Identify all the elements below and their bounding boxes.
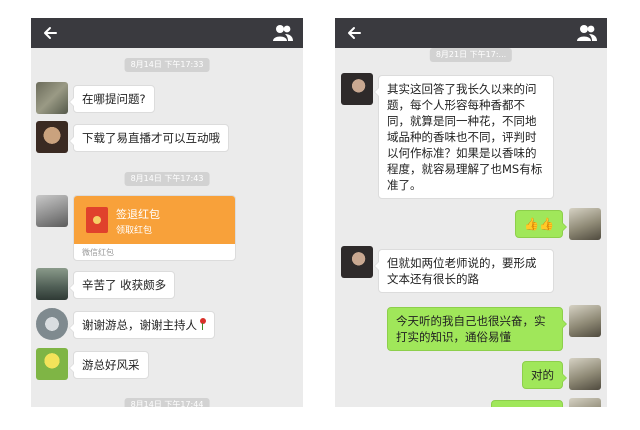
timestamp: 8月14日 下午17:43 (124, 172, 210, 186)
back-arrow-icon[interactable] (41, 22, 61, 44)
red-packet-header: 签退红包 领取红包 (74, 196, 235, 244)
message-bubble[interactable]: 👍👍 (515, 210, 567, 238)
avatar[interactable] (569, 398, 601, 407)
message-bubble[interactable]: 其实这回答了我长久以来的问题，每个人形容每种香都不同，就算是同一种花，不同地域品… (374, 75, 554, 199)
avatar[interactable] (36, 348, 68, 380)
avatar[interactable] (569, 358, 601, 390)
timestamp: 8月21日 下午17:... (429, 48, 513, 62)
avatar[interactable] (569, 305, 601, 337)
message-text: 谢谢游总，谢谢主持人 (82, 318, 197, 332)
left-chat-screen: 8月14日 下午17:33 在哪提问题? 下载了易直播才可以互动哦 8月14日 … (31, 18, 303, 407)
red-packet-title: 签退红包 (116, 208, 160, 221)
message-bubble[interactable]: 辛苦了 收获颇多 (68, 271, 176, 299)
message-bubble[interactable]: 在哪提问题? (69, 85, 155, 113)
back-arrow-icon[interactable] (345, 22, 365, 44)
avatar[interactable] (36, 268, 68, 300)
red-packet-message[interactable]: 签退红包 领取红包 微信红包 (73, 195, 236, 261)
message-bubble[interactable]: 但就如两位老师说的，要形成文本还有很长的路 (374, 249, 554, 293)
avatar[interactable] (36, 82, 68, 114)
contact-info-icon[interactable] (272, 23, 294, 43)
message-bubble[interactable] (491, 400, 563, 407)
timestamp: 8月14日 下午17:33 (124, 58, 210, 72)
message-bubble[interactable]: 今天听的我自己也很兴奋，实打实的知识，通俗易懂 (387, 307, 567, 351)
red-packet-subtitle: 领取红包 (116, 226, 153, 236)
top-bar (335, 18, 607, 48)
avatar[interactable] (341, 246, 373, 278)
avatar[interactable] (341, 73, 373, 105)
avatar[interactable] (36, 121, 68, 153)
contact-info-icon[interactable] (576, 23, 598, 43)
red-packet-footer: 微信红包 (82, 248, 114, 257)
message-bubble[interactable]: 谢谢游总，谢谢主持人 (69, 311, 215, 339)
timestamp: 8月14日 下午17:44 (124, 398, 210, 407)
top-bar (31, 18, 303, 48)
message-bubble[interactable]: 游总好风采 (69, 351, 149, 379)
avatar[interactable] (569, 208, 601, 240)
message-bubble[interactable]: 对的 (522, 361, 567, 389)
red-envelope-icon (86, 207, 108, 233)
avatar[interactable] (36, 195, 68, 227)
right-chat-screen: 8月21日 下午17:... 其实这回答了我长久以来的问题，每个人形容每种香都不… (335, 18, 607, 407)
message-bubble[interactable]: 下载了易直播才可以互动哦 (69, 124, 229, 152)
avatar[interactable] (36, 308, 68, 340)
thumbs-up-emoji: 👍👍 (524, 217, 554, 231)
rose-icon (199, 318, 206, 330)
